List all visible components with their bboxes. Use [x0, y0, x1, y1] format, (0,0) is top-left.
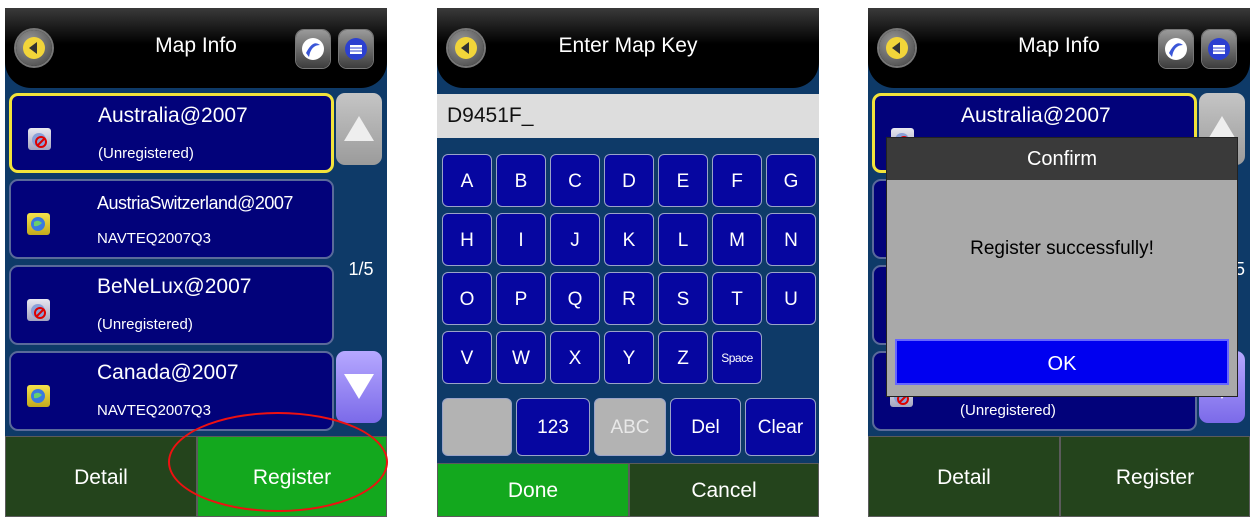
page-indicator: 1/5 [348, 259, 374, 279]
confirm-dialog: Confirm Register successfully! OK [886, 137, 1238, 397]
key-w[interactable]: W [496, 331, 546, 384]
detail-button[interactable]: Detail [5, 436, 197, 517]
register-button[interactable]: Register [1060, 436, 1250, 517]
ok-button[interactable]: OK [895, 339, 1229, 385]
key-s[interactable]: S [658, 272, 708, 325]
key-z[interactable]: Z [658, 331, 708, 384]
key-e[interactable]: E [658, 154, 708, 207]
unregistered-map-icon [27, 299, 50, 321]
key-b[interactable]: B [496, 154, 546, 207]
key-k[interactable]: K [604, 213, 654, 266]
key-i[interactable]: I [496, 213, 546, 266]
key-n[interactable]: N [766, 213, 816, 266]
enter-map-key-screen: Enter Map Key D9451F_ A B C D E F G H I … [437, 8, 819, 517]
key-a[interactable]: A [442, 154, 492, 207]
key-p[interactable]: P [496, 272, 546, 325]
key-y[interactable]: Y [604, 331, 654, 384]
swirl-menu-button[interactable] [296, 30, 330, 68]
keyboard-icon [1208, 38, 1230, 60]
key-j[interactable]: J [550, 213, 600, 266]
cancel-button[interactable]: Cancel [629, 463, 819, 517]
swirl-menu-button[interactable] [1159, 30, 1193, 68]
key-c[interactable]: C [550, 154, 600, 207]
header-bar: Enter Map Key [437, 8, 819, 88]
swirl-icon [1165, 38, 1187, 60]
key-space[interactable]: Space [712, 331, 762, 384]
map-key-input[interactable]: D9451F_ [437, 94, 819, 138]
map-status: (Unregistered) [98, 145, 194, 162]
unregistered-map-icon [28, 128, 51, 150]
page-title: Enter Map Key [558, 34, 698, 57]
key-v[interactable]: V [442, 331, 492, 384]
globe-map-icon [27, 385, 50, 407]
map-name: AustriaSwitzerland@2007 [97, 193, 293, 213]
key-u[interactable]: U [766, 272, 816, 325]
detail-button[interactable]: Detail [868, 436, 1060, 517]
key-h[interactable]: H [442, 213, 492, 266]
annotation-circle [168, 412, 388, 512]
scroll-down-button[interactable] [336, 351, 382, 423]
map-status: NAVTEQ2007Q3 [97, 230, 211, 247]
header-bar: Map Info [868, 8, 1250, 88]
clear-key[interactable]: Clear [745, 398, 816, 456]
key-x[interactable]: X [550, 331, 600, 384]
map-list-item[interactable]: Australia@2007 (Unregistered) [9, 93, 334, 173]
key-q[interactable]: Q [550, 272, 600, 325]
header-bar: Map Info [5, 8, 387, 88]
map-status: (Unregistered) [97, 316, 193, 333]
blank-key [442, 398, 512, 456]
triangle-down-icon [344, 374, 374, 399]
done-button[interactable]: Done [437, 463, 629, 517]
keyboard-menu-button[interactable] [1202, 30, 1236, 68]
numeric-mode-key[interactable]: 123 [516, 398, 590, 456]
map-list-item[interactable]: BeNeLux@2007 (Unregistered) [9, 265, 334, 345]
key-g[interactable]: G [766, 154, 816, 207]
key-m[interactable]: M [712, 213, 762, 266]
map-status: NAVTEQ2007Q3 [97, 402, 211, 419]
key-t[interactable]: T [712, 272, 762, 325]
map-list-item[interactable]: AustriaSwitzerland@2007 NAVTEQ2007Q3 [9, 179, 334, 259]
swirl-icon [302, 38, 324, 60]
dialog-message: Register successfully! [970, 238, 1154, 259]
keyboard-menu-button[interactable] [339, 30, 373, 68]
key-o[interactable]: O [442, 272, 492, 325]
delete-key[interactable]: Del [670, 398, 741, 456]
map-name: BeNeLux@2007 [97, 275, 252, 298]
globe-map-icon [27, 213, 50, 235]
triangle-up-icon [344, 116, 374, 141]
alpha-mode-key: ABC [594, 398, 666, 456]
key-d[interactable]: D [604, 154, 654, 207]
dialog-title: Confirm [887, 138, 1237, 180]
key-f[interactable]: F [712, 154, 762, 207]
map-info-confirm-screen: Map Info Australia@2007 (Unregistered) 5… [868, 8, 1250, 517]
map-name: Canada@2007 [97, 361, 239, 384]
map-name: Australia@2007 [98, 104, 248, 127]
map-status: (Unregistered) [960, 402, 1056, 419]
scroll-up-button[interactable] [336, 93, 382, 165]
keyboard-icon [345, 38, 367, 60]
map-name: Australia@2007 [961, 104, 1111, 127]
key-r[interactable]: R [604, 272, 654, 325]
key-l[interactable]: L [658, 213, 708, 266]
